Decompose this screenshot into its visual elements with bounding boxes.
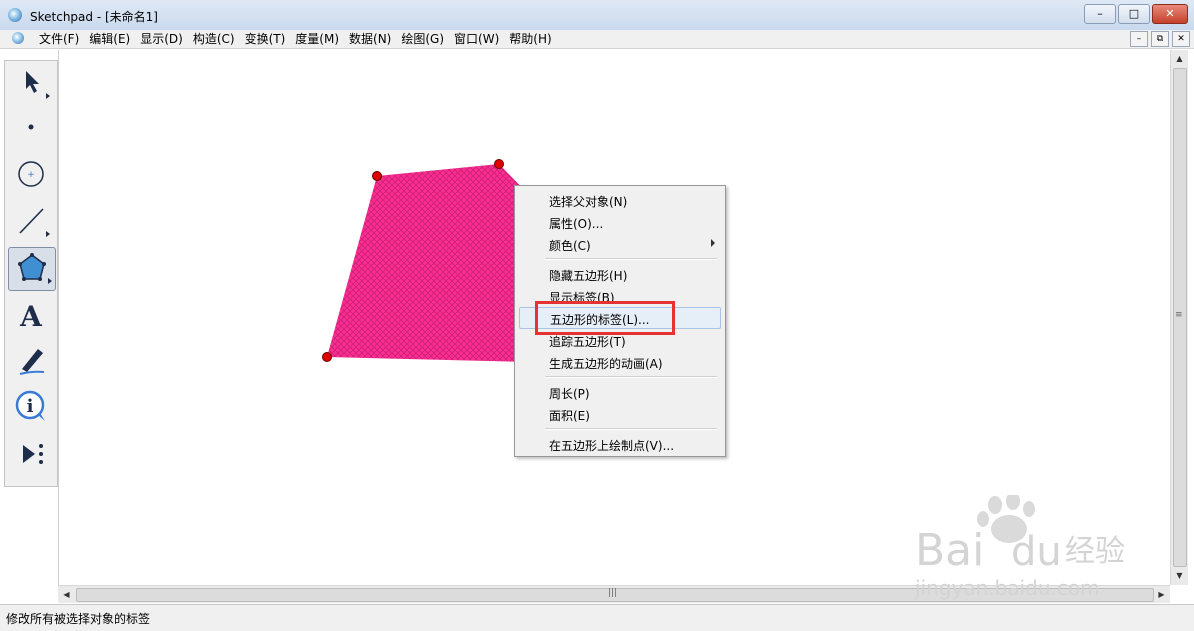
window-title: Sketchpad - [未命名1] [30,10,158,24]
grip-icon: ||| [608,588,618,598]
menu-separator [545,428,717,430]
menu-help[interactable]: 帮助(H) [504,31,556,47]
text-tool-button[interactable]: A [8,293,54,335]
menu-item-area[interactable]: 面积(E) [519,404,719,424]
maximize-button[interactable]: □ [1118,4,1150,24]
menu-item-label: 隐藏五边形(H) [549,269,628,283]
grip-icon: ≡ [1175,310,1183,320]
information-tool-icon: i [15,390,45,421]
text-tool-icon: A [19,300,43,333]
menu-item-color[interactable]: 颜色(C) [519,234,719,254]
custom-tool-button[interactable] [8,431,54,473]
menu-item-label: 追踪五边形(T) [549,335,626,349]
polygon-tool-button[interactable] [8,247,56,291]
menu-item-plot-point-on-pentagon[interactable]: 在五边形上绘制点(V)... [519,434,719,454]
menu-measure[interactable]: 度量(M) [290,31,344,47]
pentagon-vertex-point[interactable] [372,171,382,181]
scroll-right-arrow-icon[interactable]: ▶ [1154,587,1169,602]
baidu-watermark: Bai du 经验 jingyan.baidu.com [914,492,1155,605]
custom-tool-icon [23,444,43,464]
menu-construct[interactable]: 构造(C) [188,31,240,47]
pentagon-vertex-point[interactable] [322,352,332,362]
svg-text:i: i [27,396,34,417]
title-bar: Sketchpad - [未命名1] – □ ✕ [0,0,1194,31]
watermark-url: jingyan.baidu.com [915,576,1100,600]
annotation-highlight-box [535,301,675,335]
watermark-chinese: 经验 [1065,534,1125,569]
menu-item-perimeter[interactable]: 周长(P) [519,382,719,402]
line-tool-button[interactable] [8,201,54,243]
pentagon-vertex-point[interactable] [494,159,504,169]
polygon-tool-icon [18,253,52,284]
menu-graph[interactable]: 绘图(G) [396,31,449,47]
menu-display[interactable]: 显示(D) [135,31,188,47]
menu-item-label: 周长(P) [549,387,590,401]
menu-edit[interactable]: 编辑(E) [84,31,135,47]
svg-text:+: + [27,170,35,180]
compass-tool-icon: + [18,161,44,187]
toolbox: + A i [4,60,58,487]
doc-restore-button[interactable]: ⧉ [1151,31,1169,47]
line-tool-icon [19,208,50,237]
document-icon[interactable] [12,32,24,44]
svg-text:A: A [19,300,43,333]
sketchpad-app-icon[interactable] [8,8,22,22]
watermark-brand-suffix: du [1011,529,1062,575]
menu-item-label: 面积(E) [549,409,590,423]
menu-separator [545,258,717,260]
point-tool-button[interactable] [8,109,54,151]
menu-data[interactable]: 数据(N) [344,31,396,47]
menu-list: 文件(F) 编辑(E) 显示(D) 构造(C) 变换(T) 度量(M) 数据(N… [34,31,557,47]
baidu-paw-logo-icon: Bai du 经验 jingyan.baidu.com [914,492,1125,600]
marker-tool-button[interactable] [8,339,54,381]
minimize-button[interactable]: – [1084,4,1116,24]
scroll-down-arrow-icon[interactable]: ▼ [1172,568,1187,583]
document-window-controls: – ⧉ ✕ [1130,31,1190,47]
menu-bar: 文件(F) 编辑(E) 显示(D) 构造(C) 变换(T) 度量(M) 数据(N… [0,30,1194,49]
arrow-tool-icon [26,71,50,99]
menu-item-label: 颜色(C) [549,239,591,253]
pentagon-shape[interactable] [327,164,539,362]
submenu-arrow-icon [711,239,715,247]
arrow-tool-button[interactable] [8,63,54,105]
menu-item-hide-pentagon[interactable]: 隐藏五边形(H) [519,264,719,284]
vertical-scrollbar[interactable]: ▲ ≡ ▼ [1170,50,1188,585]
menu-item-label: 在五边形上绘制点(V)... [549,439,675,453]
menu-separator [545,376,717,378]
doc-close-button[interactable]: ✕ [1172,31,1190,47]
window-controls: – □ ✕ [1084,4,1188,24]
menu-item-animate-pentagon[interactable]: 生成五边形的动画(A) [519,352,719,372]
point-tool-icon [28,124,34,130]
menu-item-select-parents[interactable]: 选择父对象(N) [519,190,719,210]
information-tool-button[interactable]: i [8,385,54,427]
menu-file[interactable]: 文件(F) [34,31,84,47]
marker-tool-icon [19,349,45,375]
menu-item-label: 选择父对象(N) [549,195,628,209]
menu-item-properties[interactable]: 属性(O)... [519,212,719,232]
menu-window[interactable]: 窗口(W) [449,31,504,47]
doc-minimize-button[interactable]: – [1130,31,1148,47]
menu-transform[interactable]: 变换(T) [240,31,291,47]
scroll-up-arrow-icon[interactable]: ▲ [1172,51,1187,66]
status-text: 修改所有被选择对象的标签 [6,612,151,626]
compass-tool-button[interactable]: + [8,155,54,197]
menu-item-label: 属性(O)... [549,217,604,231]
close-button[interactable]: ✕ [1152,4,1188,24]
status-bar: 修改所有被选择对象的标签 [0,604,1194,631]
menu-item-label: 生成五边形的动画(A) [549,357,663,371]
watermark-brand: Bai [915,525,984,576]
scroll-left-arrow-icon[interactable]: ◀ [59,587,74,602]
